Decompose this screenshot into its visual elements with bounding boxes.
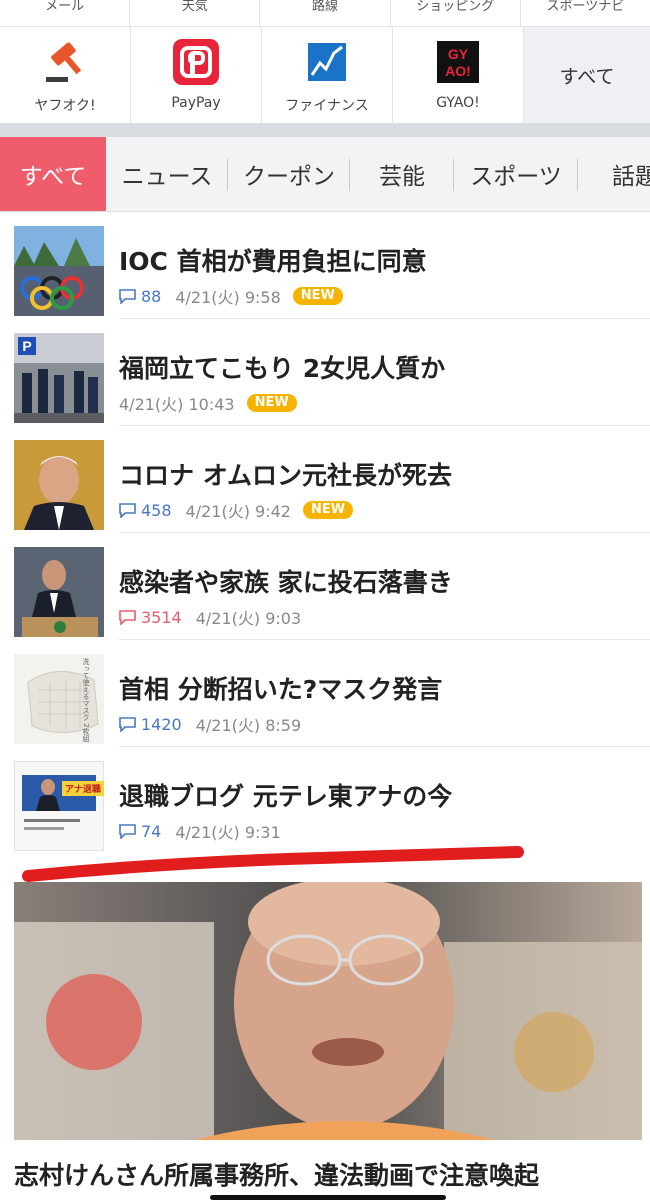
news-title[interactable]: 退職ブログ 元テレ東アナの今	[119, 777, 452, 813]
comment-count-value: 1420	[141, 714, 182, 734]
news-meta: 458 4/21(火) 9:42 NEW	[119, 498, 354, 522]
tab-label: すべて	[19, 164, 87, 190]
tab-topics[interactable]: 話題	[578, 137, 650, 211]
tab-sports[interactable]: スポーツ	[454, 137, 578, 211]
svg-text:AO!: AO!	[445, 63, 471, 79]
service-label: PayPay	[171, 95, 221, 111]
tab-label: 話題	[612, 164, 650, 190]
service-finance[interactable]: ファイナンス	[262, 27, 393, 123]
finance-chart-icon	[304, 39, 350, 85]
service-all-button[interactable]: すべて	[524, 27, 650, 123]
service-row: ヤフオク! PayPay ファイナンス GY AO! GYAO! すべて	[0, 27, 650, 123]
comment-count-value: 3514	[141, 607, 182, 627]
news-time: 4/21(火) 9:42	[185, 502, 291, 521]
news-time: 4/21(火) 9:31	[175, 823, 281, 842]
news-thumbnail: アナ退職	[14, 761, 104, 851]
news-title[interactable]: 首相 分断招いた?マスク発言	[119, 670, 442, 706]
gyao-icon: GY AO!	[435, 39, 481, 85]
tab-label: スポーツ	[470, 164, 562, 190]
comment-count[interactable]: 1420	[119, 715, 182, 734]
category-tabs: すべて ニュース クーポン 芸能 スポーツ 話題	[0, 137, 650, 212]
news-title[interactable]: 福岡立てこもり 2女児人質か	[119, 349, 445, 385]
service-label: GYAO!	[436, 95, 480, 111]
comment-count-value: 74	[141, 821, 162, 841]
comment-icon	[119, 288, 136, 304]
service-label: ショッピング	[416, 0, 495, 14]
tab-all[interactable]: すべて	[0, 137, 106, 211]
paypay-icon	[173, 39, 219, 85]
news-time: 4/21(火) 9:58	[175, 288, 281, 307]
new-badge: NEW	[246, 394, 297, 412]
news-meta: 1420 4/21(火) 8:59	[119, 712, 301, 736]
tab-label: クーポン	[243, 164, 335, 190]
news-item[interactable]: P 福岡立てこもり 2女児人質か 4/21(火) 10:43 NEW	[0, 319, 650, 426]
news-title[interactable]: IOC 首相が費用負担に同意	[119, 242, 427, 278]
service-all-label: すべて	[559, 65, 615, 88]
service-label: メール	[45, 0, 85, 14]
news-meta: 4/21(火) 10:43 NEW	[119, 391, 297, 415]
news-thumbnail: P	[14, 333, 104, 423]
tab-label: 芸能	[379, 164, 425, 190]
news-title[interactable]: コロナ オムロン元社長が死去	[119, 456, 452, 492]
home-indicator	[210, 1195, 446, 1200]
tab-label: ニュース	[121, 164, 213, 190]
feature-photo[interactable]	[14, 882, 642, 1140]
service-shopping[interactable]: ショッピング	[391, 0, 521, 26]
section-divider	[0, 123, 650, 137]
svg-text:GY: GY	[448, 46, 469, 62]
news-title[interactable]: 感染者や家族 家に投石落書き	[119, 563, 453, 599]
news-item[interactable]: 感染者や家族 家に投石落書き 3514 4/21(火) 9:03	[0, 533, 650, 640]
new-badge: NEW	[302, 501, 354, 519]
service-mail[interactable]: メール	[0, 0, 131, 26]
news-time: 4/21(火) 8:59	[195, 716, 302, 735]
service-label: ファイナンス	[285, 98, 369, 114]
comment-icon	[119, 716, 136, 732]
feature-title[interactable]: 志村けんさん所属事務所、違法動画で注意喚起	[14, 1156, 539, 1192]
news-meta: 88 4/21(火) 9:58 NEW	[119, 284, 343, 308]
comment-count-value: 458	[141, 500, 172, 520]
new-badge: NEW	[292, 287, 343, 305]
news-item[interactable]: 洗って使えるマスク 2枚組 首相 分断招いた?マスク発言 1420 4/21(火…	[0, 640, 650, 747]
comment-count[interactable]: 88	[119, 287, 161, 306]
service-label: スポーツナビ	[546, 0, 625, 14]
news-item[interactable]: アナ退職 退職ブログ 元テレ東アナの今 74 4/21(火) 9:31	[0, 747, 650, 854]
comment-icon	[119, 502, 136, 518]
service-yafuoku[interactable]: ヤフオク!	[0, 27, 131, 123]
comment-count[interactable]: 74	[119, 822, 161, 841]
tab-coupon[interactable]: クーポン	[228, 137, 350, 211]
service-paypay[interactable]: PayPay	[131, 27, 262, 123]
service-sportsnavi[interactable]: スポーツナビ	[521, 0, 650, 26]
tab-entertainment[interactable]: 芸能	[350, 137, 454, 211]
news-list: IOC 首相が費用負担に同意 88 4/21(火) 9:58 NEW P 福岡立…	[0, 212, 650, 854]
service-label: ヤフオク!	[34, 98, 96, 114]
comment-count[interactable]: 3514	[119, 608, 182, 627]
thumbnail-caption: 洗って使えるマスク 2枚組	[82, 658, 90, 742]
service-label: 路線	[312, 0, 339, 14]
news-thumbnail	[14, 440, 104, 530]
news-thumbnail: 洗って使えるマスク 2枚組	[14, 654, 104, 744]
service-transit[interactable]: 路線	[260, 0, 391, 26]
comment-count-value: 88	[141, 286, 162, 306]
news-time: 4/21(火) 10:43	[119, 395, 235, 414]
news-item[interactable]: IOC 首相が費用負担に同意 88 4/21(火) 9:58 NEW	[0, 212, 650, 319]
comment-count[interactable]: 458	[119, 501, 172, 520]
comment-icon	[119, 609, 136, 625]
news-thumbnail	[14, 226, 104, 316]
service-row-top: メール 天気 路線 ショッピング スポーツナビ	[0, 0, 650, 27]
news-meta: 74 4/21(火) 9:31	[119, 819, 281, 843]
thumbnail-caption: アナ退職	[62, 781, 104, 796]
news-meta: 3514 4/21(火) 9:03	[119, 605, 301, 629]
news-item[interactable]: コロナ オムロン元社長が死去 458 4/21(火) 9:42 NEW	[0, 426, 650, 533]
tab-news[interactable]: ニュース	[106, 137, 228, 211]
service-gyao[interactable]: GY AO! GYAO!	[393, 27, 524, 123]
auction-gavel-icon	[42, 39, 88, 85]
news-time: 4/21(火) 9:03	[195, 609, 302, 628]
service-label: 天気	[181, 0, 208, 14]
news-thumbnail	[14, 547, 104, 637]
svg-text:P: P	[22, 338, 31, 354]
service-weather[interactable]: 天気	[130, 0, 261, 26]
comment-icon	[119, 823, 136, 839]
